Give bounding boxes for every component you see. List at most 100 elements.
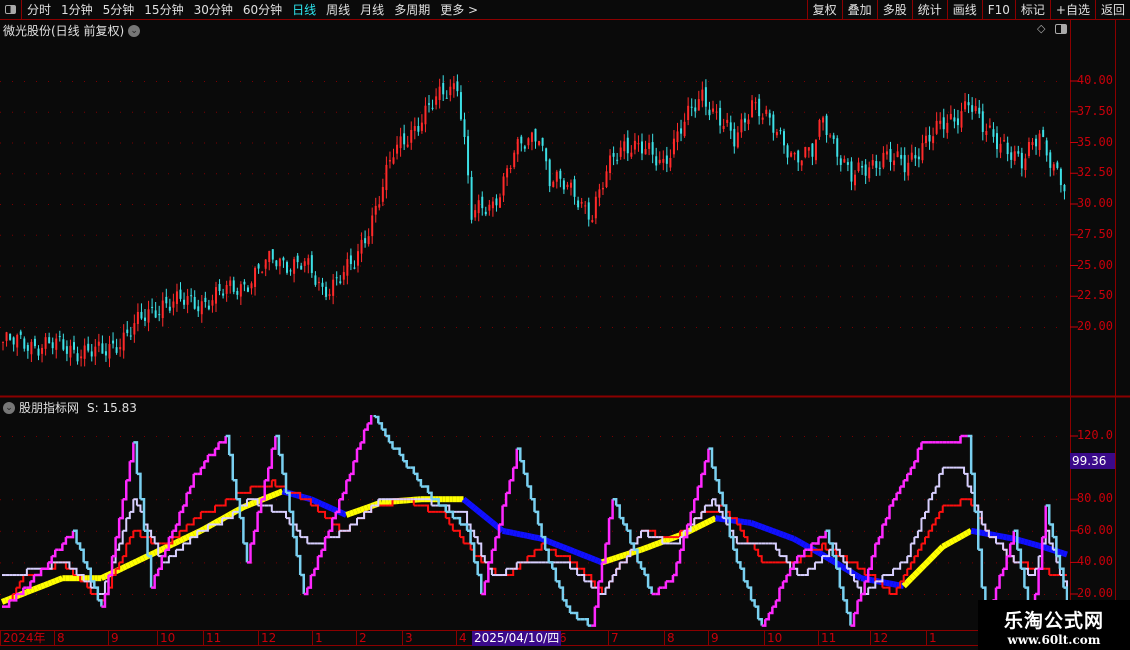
candle-body: [790, 152, 793, 157]
grid-dot: [936, 296, 937, 298]
grid-dot: [108, 142, 109, 144]
grid-dot: [876, 204, 877, 205]
candle-body: [694, 107, 697, 112]
grid-dot: [648, 594, 649, 595]
grid-dot: [600, 436, 601, 437]
grid-dot: [456, 111, 457, 113]
grid-dot: [384, 81, 385, 82]
grid-dot: [456, 327, 457, 328]
candle-body: [775, 131, 778, 136]
band-segment: [962, 530, 970, 538]
red-line-segment: [1045, 567, 1051, 576]
candle-body: [605, 171, 608, 188]
candle-body: [875, 161, 878, 168]
oscillator-segment: [296, 554, 302, 576]
grid-dot: [492, 234, 493, 236]
candle-body: [204, 297, 207, 302]
band-segment: [1006, 534, 1011, 541]
grid-dot: [924, 530, 925, 532]
candle-body: [719, 107, 722, 126]
grid-dot: [1020, 234, 1021, 236]
grid-dot: [408, 594, 409, 595]
grid-dot: [228, 234, 229, 236]
grid-dot: [312, 173, 313, 175]
candle-body: [704, 87, 707, 107]
grid-dot: [648, 173, 649, 175]
grid-dot: [252, 111, 253, 113]
grid-dot: [792, 81, 793, 82]
band-segment: [774, 529, 781, 537]
candle-body: [399, 136, 402, 149]
chart-canvas[interactable]: [0, 0, 1130, 650]
candle-body: [555, 171, 558, 182]
grid-dot: [360, 562, 361, 564]
grid-dot: [180, 265, 181, 267]
candle-body: [55, 338, 58, 350]
grid-dot: [72, 81, 73, 82]
grid-dot: [708, 296, 709, 298]
grid-dot: [324, 265, 325, 267]
grid-dot: [948, 594, 949, 595]
lavender-line-segment: [573, 567, 579, 576]
grid-dot: [924, 265, 925, 267]
grid-dot: [432, 81, 433, 82]
grid-dot: [24, 234, 25, 236]
grid-dot: [312, 142, 313, 144]
candle-body: [467, 136, 470, 176]
band-segment: [970, 527, 976, 535]
grid-dot: [696, 562, 697, 564]
band-segment: [292, 491, 298, 499]
oscillator-segment: [992, 587, 998, 602]
oscillator-segment: [172, 524, 178, 533]
grid-dot: [708, 594, 709, 595]
grid-dot: [504, 594, 505, 595]
oscillator-segment: [44, 562, 50, 570]
grid-dot: [876, 499, 877, 501]
candle-body: [978, 107, 981, 114]
candle-body: [814, 139, 817, 161]
candle-body: [960, 111, 963, 128]
grid-dot: [144, 234, 145, 236]
candle-body: [339, 281, 342, 284]
candle-body: [981, 111, 984, 132]
candle-body: [534, 128, 537, 142]
grid-dot: [528, 296, 529, 298]
grid-dot: [636, 173, 637, 175]
grid-dot: [360, 204, 361, 205]
grid-dot: [384, 111, 385, 113]
grid-dot: [552, 499, 553, 501]
oscillator-segment: [729, 535, 735, 550]
candle-body: [712, 108, 714, 112]
grid-dot: [48, 81, 49, 82]
grid-dot: [444, 327, 445, 328]
oscillator-segment: [765, 612, 771, 621]
candle-body: [23, 338, 26, 349]
grid-dot: [156, 234, 157, 236]
grid-dot: [456, 265, 457, 267]
grid-dot: [828, 499, 829, 501]
grid-dot: [408, 562, 409, 564]
grid-dot: [456, 594, 457, 595]
candle-body: [612, 153, 615, 157]
grid-dot: [444, 111, 445, 113]
grid-dot: [576, 327, 577, 328]
band-segment: [937, 544, 945, 553]
grid-dot: [804, 327, 805, 328]
grid-dot: [804, 173, 805, 175]
grid-dot: [948, 562, 949, 564]
grid-dot: [240, 594, 241, 595]
red-line-segment: [893, 587, 898, 595]
candle-body: [197, 306, 200, 312]
band-segment: [802, 542, 810, 550]
band-segment: [50, 578, 57, 586]
grid-dot: [132, 436, 133, 437]
grid-dot: [696, 142, 697, 144]
grid-dot: [72, 327, 73, 328]
red-line-segment: [246, 486, 252, 494]
grid-dot: [552, 530, 553, 532]
grid-dot: [672, 265, 673, 267]
candle-body: [410, 130, 413, 143]
grid-dot: [480, 234, 481, 236]
grid-dot: [288, 562, 289, 564]
grid-dot: [744, 499, 745, 501]
